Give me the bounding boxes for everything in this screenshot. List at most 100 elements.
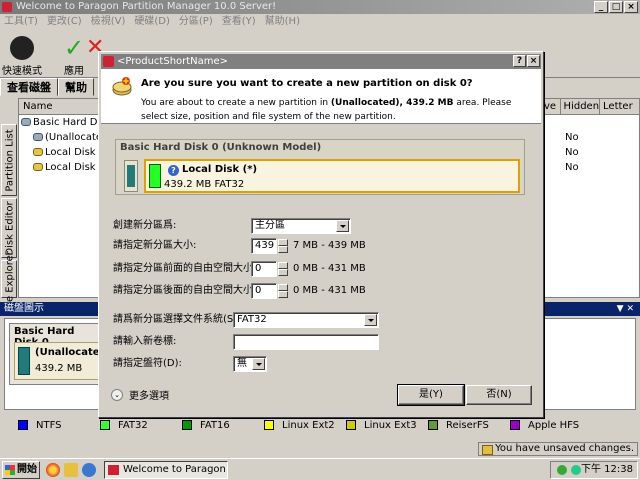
menu-partition[interactable]: 分區(P) xyxy=(179,14,213,30)
new-partition-preview[interactable]: ? Local Disk (*) 439.2 MB FAT32 xyxy=(144,159,520,193)
disk-preview-title: Basic Hard Disk 0 (Unknown Model) xyxy=(120,142,322,153)
free-before-input[interactable]: 0 xyxy=(251,261,277,277)
menu-help[interactable]: 幫助(H) xyxy=(265,14,300,30)
size-spinner[interactable] xyxy=(278,239,288,253)
free-after-input[interactable]: 0 xyxy=(251,283,277,299)
status-bar: You have unsaved changes. xyxy=(0,440,640,458)
legend-label: Linux Ext2 xyxy=(282,419,335,431)
volume-label-label: 請輸入新卷標: xyxy=(113,336,177,347)
hidden-value: No xyxy=(565,147,579,158)
folder-icon[interactable] xyxy=(64,463,78,477)
chevron-down-icon[interactable] xyxy=(364,314,377,326)
legend-label: NTFS xyxy=(36,419,62,431)
close-button[interactable]: × xyxy=(624,1,638,13)
new-partition-name: Local Disk (*) xyxy=(182,164,258,175)
tree-item-local-disk[interactable]: Local Disk ( xyxy=(19,145,99,160)
column-hidden[interactable]: Hidden xyxy=(561,99,601,114)
menu-changes[interactable]: 更改(C) xyxy=(47,14,82,30)
browser-icon[interactable] xyxy=(46,463,60,477)
express-mode-button[interactable]: 快速模式 xyxy=(2,32,42,77)
disk-preview: Basic Hard Disk 0 (Unknown Model) ? Loca… xyxy=(115,139,525,195)
disk-map-partition[interactable]: (Unallocated) 439.2 MB xyxy=(14,342,111,380)
tree-column-name[interactable]: Name xyxy=(19,99,99,115)
unsaved-changes-status[interactable]: You have unsaved changes. xyxy=(478,442,638,456)
partition-size: 439.2 MB xyxy=(35,363,83,374)
free-before-range: 0 MB - 431 MB xyxy=(293,263,366,274)
create-partition-dialog: <ProductShortName> ? × Are you sure you … xyxy=(98,51,544,418)
dialog-help-button[interactable]: ? xyxy=(513,55,526,67)
create-as-select[interactable]: 主分區 xyxy=(251,218,351,234)
minimize-button[interactable]: _ xyxy=(594,1,608,13)
filesystem-select[interactable]: FAT32 xyxy=(233,312,379,328)
tree-item-local-disk[interactable]: Local Disk ( xyxy=(19,160,99,175)
menu-view[interactable]: 檢視(V) xyxy=(91,14,126,30)
view-tabs: 查看磁盤 幫助 xyxy=(0,78,94,96)
legend-swatch xyxy=(182,420,192,430)
tree-item-unallocated[interactable]: (Unallocated) xyxy=(19,130,99,145)
size-label: 請指定新分區大小: xyxy=(113,240,197,251)
legend-label: FAT32 xyxy=(118,419,148,431)
maximize-button[interactable]: □ xyxy=(609,1,623,13)
legend-swatch xyxy=(428,420,438,430)
desc-area: (Unallocated), 439.2 MB xyxy=(330,98,454,108)
drive-letter-select[interactable]: 無 xyxy=(233,356,267,372)
legend-hfs: Apple HFS xyxy=(510,420,592,431)
new-partition-info: 439.2 MB FAT32 xyxy=(164,179,245,190)
volume-label-input[interactable] xyxy=(233,334,379,350)
filesystem-value: FAT32 xyxy=(237,314,267,325)
unallocated-icon xyxy=(33,133,43,141)
panel-controls[interactable]: ▼ ✕ xyxy=(617,302,634,316)
more-options-toggle[interactable]: ⌄ 更多選項 xyxy=(111,387,169,402)
main-title-bar: Welcome to Paragon Partition Manager 10.… xyxy=(0,0,640,14)
tree-item-label: Local Disk ( xyxy=(45,147,99,158)
legend-label: ReiserFS xyxy=(446,419,489,431)
column-letter[interactable]: Letter xyxy=(600,99,639,114)
dialog-question: Are you sure you want to create a new pa… xyxy=(141,78,473,89)
apply-label: 應用 xyxy=(64,66,84,77)
menu-disk[interactable]: 硬碟(D) xyxy=(134,14,170,30)
new-partition-wizard-icon xyxy=(112,77,132,96)
tab-view-disks[interactable]: 查看磁盤 xyxy=(0,78,58,96)
legend-swatch xyxy=(18,420,28,430)
dialog-description: You are about to create a new partition … xyxy=(141,96,537,124)
internet-explorer-icon[interactable] xyxy=(82,463,96,477)
tab-help[interactable]: 幫助 xyxy=(58,78,94,96)
tab-partition-list[interactable]: Partition List xyxy=(1,124,17,196)
tab-partition-list-label: Partition List xyxy=(4,129,16,192)
taskbar-item-partition-manager[interactable]: Welcome to Paragon Parti... xyxy=(104,461,228,479)
start-button[interactable]: 開始 xyxy=(2,461,40,479)
disk-map-disk[interactable]: Basic Hard Disk 0 (Unallocated) 439.2 MB xyxy=(9,323,111,385)
legend-reiserfs: ReiserFS xyxy=(428,420,510,431)
hidden-value: No xyxy=(565,162,579,173)
free-after-range: 0 MB - 431 MB xyxy=(293,285,366,296)
chevron-down-icon[interactable] xyxy=(252,358,265,370)
dialog-close-button[interactable]: × xyxy=(527,55,540,67)
tray-status-icon[interactable] xyxy=(557,465,567,475)
legend-fat16: FAT16 xyxy=(182,420,264,431)
free-after-spinner[interactable] xyxy=(278,284,288,298)
free-before-label: 請指定分區前面的自由空間大小: xyxy=(113,263,257,274)
size-input[interactable]: 439 xyxy=(251,238,277,254)
legend-fat32: FAT32 xyxy=(100,420,182,431)
legend-swatch xyxy=(264,420,274,430)
chevron-down-icon[interactable] xyxy=(336,220,349,232)
menu-tools[interactable]: 工具(T) xyxy=(4,14,38,30)
dialog-header: Are you sure you want to create a new pa… xyxy=(101,69,541,124)
double-chevron-down-icon: ⌄ xyxy=(111,388,123,401)
window-title: Welcome to Paragon Partition Manager 10.… xyxy=(16,1,277,12)
yes-button[interactable]: 是(Y) xyxy=(397,384,465,406)
menu-check[interactable]: 查看(Y) xyxy=(222,14,256,30)
legend-label: Apple HFS xyxy=(528,419,580,431)
tray-network-icon[interactable] xyxy=(571,465,581,475)
tree-item-label: (Unallocated) xyxy=(45,132,99,143)
legend-ext3: Linux Ext3 xyxy=(346,420,428,431)
tree-item-disk[interactable]: Basic Hard Disk xyxy=(19,115,99,130)
partition-bar xyxy=(18,347,30,375)
legend-swatch xyxy=(346,420,356,430)
free-before-spinner[interactable] xyxy=(278,262,288,276)
drive-letter-value: 無 xyxy=(237,358,247,369)
no-button[interactable]: 否(N) xyxy=(466,385,532,405)
disk-map-title-text: 磁盤圖示 xyxy=(4,303,44,314)
filesystem-legend: NTFS FAT32 FAT16 Linux Ext2 Linux Ext3 R… xyxy=(0,418,640,432)
tab-file-explorer[interactable]: re Explorer xyxy=(1,251,17,306)
